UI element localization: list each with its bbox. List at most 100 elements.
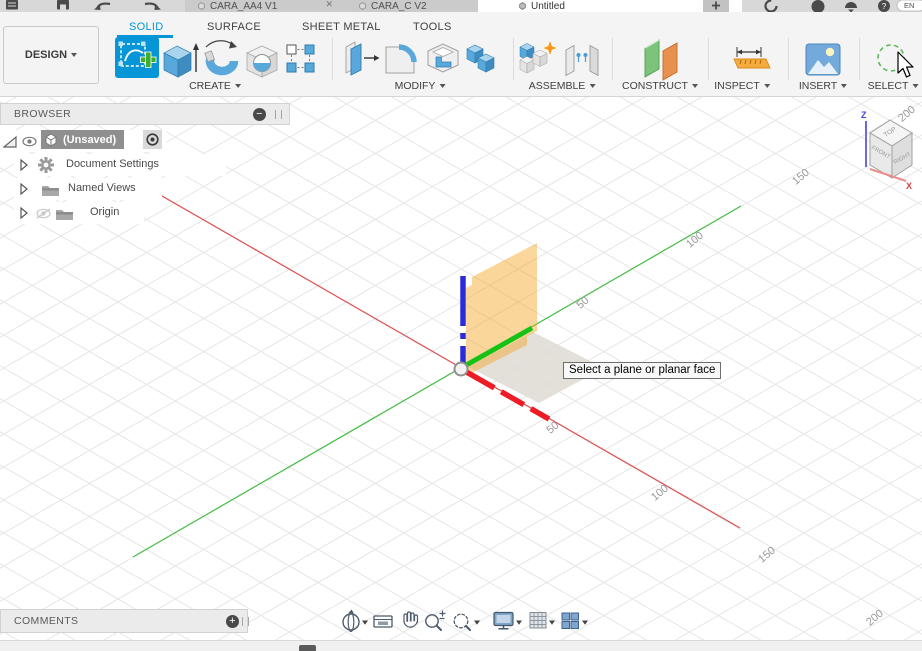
layout-grid-icon[interactable] [529,612,547,629]
expand-arrow-icon[interactable] [20,183,28,195]
browser-title: BROWSER [14,108,72,120]
comments-title: COMMENTS [14,615,79,627]
root-document-item[interactable]: (Unsaved) [41,130,125,149]
activate-component-radio[interactable] [143,130,162,149]
browser-row-root[interactable]: (Unsaved) [0,130,166,152]
gear-icon [38,157,54,173]
viewcube-x-label: X [906,181,912,190]
inspect-group-dropdown[interactable]: INSPECT [714,80,770,92]
toolbar-icons [115,37,905,81]
doc-tab-2-label: CARA_C V2 [371,0,427,12]
chevron-down-icon [234,84,241,89]
insert-group-dropdown[interactable]: INSERT [799,80,848,92]
chevron-down-icon [439,84,446,89]
pattern-icon[interactable] [286,44,315,73]
display-settings-caret[interactable] [516,620,522,625]
chevron-down-icon [589,84,596,89]
document-cube-icon [519,2,526,10]
document-cube-icon [198,2,205,10]
folder-icon [42,186,59,196]
browser-row-origin[interactable]: Origin [14,202,144,224]
assemble-group-dropdown[interactable]: ASSEMBLE [529,80,596,92]
browser-drag-grip[interactable] [275,110,282,119]
comments-expand-button[interactable]: + [226,615,239,628]
zoom-window-caret[interactable] [474,620,480,625]
document-cube-icon [45,132,57,147]
shell-icon[interactable] [427,43,459,73]
zoom-icon[interactable] [425,610,446,631]
help-icon[interactable]: ? [878,0,890,12]
look-at-icon[interactable] [373,615,393,628]
viewports-caret[interactable] [582,620,588,625]
quick-access-icons [6,0,161,10]
doc-tab-1[interactable]: CARA_AA4 V1 ✕ [185,0,344,12]
browser-collapse-button[interactable]: − [253,108,266,121]
title-bar: CARA_AA4 V1 ✕ CARA_C V2 ✕ Untitled ✕ [0,0,922,12]
construct-group-dropdown[interactable]: CONSTRUCT [622,80,698,92]
cursor-tooltip: Select a plane or planar face [563,362,722,379]
folder-icon [56,210,73,220]
timeline-control[interactable] [299,645,316,651]
titlebar-right-icons: ? EN [703,0,922,12]
view-cube[interactable]: TOP FRONT RIGHT Z X [830,90,922,190]
named-views-label: Named Views [68,182,136,194]
chevron-down-icon [841,84,848,89]
combine-icon[interactable] [466,44,495,73]
visibility-eye-icon[interactable] [22,136,37,147]
display-settings-icon[interactable] [493,611,514,630]
doc-tab-active-label: Untitled [531,0,565,12]
browser-panel-header[interactable]: BROWSER − [0,103,290,125]
press-pull-icon[interactable] [345,41,380,76]
sync-status-icon[interactable] [764,0,778,12]
modify-group-dropdown[interactable]: MODIFY [395,80,446,92]
zoom-window-icon[interactable] [453,613,471,631]
save-icon[interactable] [57,0,69,10]
app-menu-icon[interactable] [6,0,18,10]
fillet-icon[interactable] [385,44,417,74]
hidden-eye-icon[interactable] [36,208,51,219]
browser-row-document-settings[interactable]: Document Settings [14,154,226,176]
viewports-icon[interactable] [561,612,579,629]
orbit-dropdown-caret[interactable] [362,620,368,625]
chevron-down-icon [912,84,919,89]
undo-icon[interactable] [94,2,111,10]
document-settings-label: Document Settings [66,158,159,170]
comments-drag-grip[interactable] [242,617,249,626]
joint-icon[interactable] [565,44,599,77]
layout-grid-caret[interactable] [549,620,555,625]
new-component-icon[interactable] [519,39,559,74]
create-group-dropdown[interactable]: CREATE [189,80,241,92]
viewport-canvas[interactable] [0,0,922,651]
select-group-dropdown[interactable]: SELECT [868,80,919,92]
ribbon-toolbar: SOLID SURFACE SHEET METAL TOOLS DESIGN C… [0,12,922,97]
chevron-down-icon [691,84,698,89]
chevron-down-icon [763,84,770,89]
primitive-box-icon[interactable] [246,45,278,78]
measure-icon[interactable] [733,47,771,69]
insert-canvas-icon[interactable] [805,43,841,76]
browser-row-named-views[interactable]: Named Views [14,178,162,200]
svg-text:?: ? [882,1,887,11]
account-pill[interactable]: EN [896,0,922,12]
timeline-strip [0,640,922,651]
doc-tab-1-label: CARA_AA4 V1 [210,0,278,12]
new-tab-button[interactable] [703,0,729,12]
extrude-icon[interactable] [163,43,199,78]
component-corner-icon [3,135,17,148]
orbit-icon[interactable] [342,609,360,633]
document-cube-icon [359,2,366,10]
notifications-bell-icon[interactable] [845,2,857,12]
expand-arrow-icon[interactable] [20,159,28,171]
pan-icon[interactable] [403,611,419,628]
expand-arrow-icon[interactable] [20,207,28,219]
origin-point[interactable] [453,361,469,377]
revolve-icon[interactable] [204,40,239,76]
fusion360-window: 50 100 150 200 50 100 150 200 TOP FRONT … [0,0,922,651]
comments-panel-header[interactable]: COMMENTS + [0,609,249,633]
svg-text:EN: EN [904,1,914,10]
create-sketch-button[interactable] [115,37,159,78]
construct-plane-icon[interactable] [644,39,678,81]
job-status-icon[interactable] [811,0,825,12]
navigation-bar [342,609,588,633]
redo-icon[interactable] [144,2,161,10]
